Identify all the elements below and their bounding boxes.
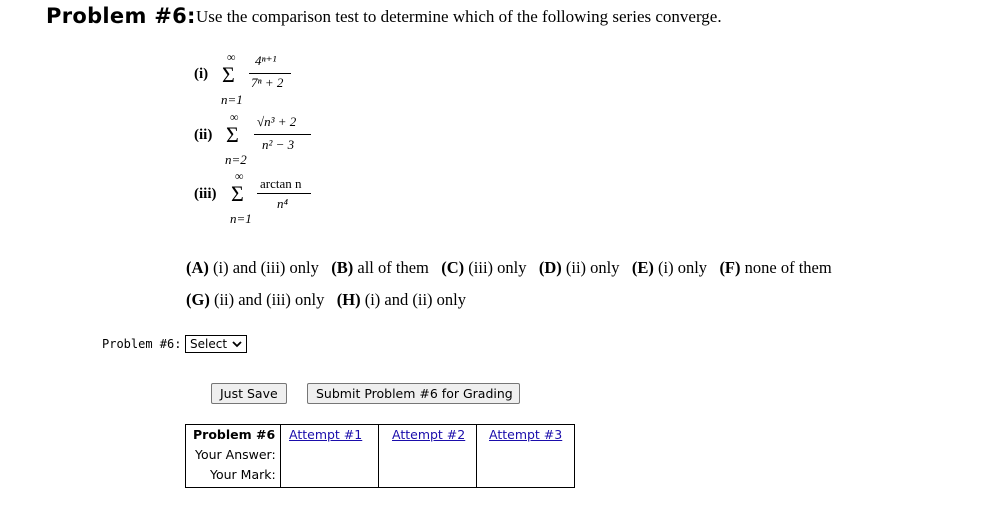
choice-H-text: (i) and (ii) only bbox=[364, 290, 466, 309]
series-label-iii: (iii) bbox=[194, 186, 217, 202]
attempt-1-link[interactable]: Attempt #1 bbox=[289, 427, 362, 442]
series-ii-fraction-bar bbox=[254, 134, 311, 135]
results-label-cell: Problem #6 Your Answer: Your Mark: bbox=[185, 424, 281, 488]
choice-E-key: (E) bbox=[631, 258, 654, 277]
choice-G-key: (G) bbox=[186, 290, 210, 309]
choice-A-key: (A) bbox=[186, 258, 209, 277]
series-label-i: (i) bbox=[194, 66, 209, 82]
series-iii-denominator: n⁴ bbox=[277, 196, 289, 211]
choice-H-key: (H) bbox=[336, 290, 361, 309]
series-iii-sigma: Σ bbox=[231, 181, 244, 206]
answer-select-value: Select bbox=[190, 337, 228, 351]
choice-A-text: (i) and (iii) only bbox=[213, 258, 319, 277]
series-i-fraction-bar bbox=[249, 73, 291, 74]
your-answer-label: Your Answer: bbox=[195, 447, 276, 462]
series-i-numerator: 4ⁿ⁺¹ bbox=[255, 53, 277, 68]
problem-statement: Use the comparison test to determine whi… bbox=[196, 7, 722, 26]
attempts-table: Problem #6 Your Answer: Your Mark: Attem… bbox=[185, 424, 575, 488]
choice-C-text: (iii) only bbox=[468, 258, 527, 277]
series-ii-sigma: Σ bbox=[226, 122, 239, 147]
choice-F-text: none of them bbox=[744, 258, 832, 277]
results-header: Problem #6 bbox=[193, 427, 276, 442]
series-ii-lower: n=2 bbox=[225, 152, 247, 167]
choice-D-key: (D) bbox=[538, 258, 562, 277]
series-iii-lower: n=1 bbox=[230, 211, 252, 226]
series-i-lower: n=1 bbox=[221, 92, 243, 107]
attempt-3-cell: Attempt #3 bbox=[476, 424, 575, 488]
answer-label: Problem #6: bbox=[102, 337, 182, 351]
just-save-button[interactable]: Just Save bbox=[211, 383, 287, 404]
choice-C-key: (C) bbox=[441, 258, 465, 277]
your-mark-label: Your Mark: bbox=[210, 467, 276, 482]
series-iii-numerator: arctan n bbox=[260, 176, 302, 191]
attempt-2-cell: Attempt #2 bbox=[378, 424, 477, 488]
answer-choices-row-1: (A) (i) and (iii) only (B) all of them (… bbox=[186, 258, 832, 278]
choice-B-text: all of them bbox=[357, 258, 429, 277]
choice-G-text: (ii) and (iii) only bbox=[213, 290, 325, 309]
choice-F-key: (F) bbox=[719, 258, 741, 277]
chevron-down-icon bbox=[232, 338, 242, 351]
series-ii-denominator: n² − 3 bbox=[262, 137, 295, 152]
answer-select[interactable]: Select bbox=[185, 335, 247, 353]
series-ii-numerator: √n³ + 2 bbox=[257, 114, 297, 129]
series-i-sigma: Σ bbox=[222, 62, 235, 87]
choice-E-text: (i) only bbox=[658, 258, 708, 277]
attempt-1-cell: Attempt #1 bbox=[280, 424, 379, 488]
series-i-denominator: 7ⁿ + 2 bbox=[251, 75, 284, 90]
choice-B-key: (B) bbox=[331, 258, 354, 277]
attempt-2-link[interactable]: Attempt #2 bbox=[392, 427, 465, 442]
choice-D-text: (ii) only bbox=[565, 258, 620, 277]
problem-title: Problem #6: bbox=[46, 4, 196, 28]
submit-for-grading-button[interactable]: Submit Problem #6 for Grading bbox=[307, 383, 520, 404]
series-label-ii: (ii) bbox=[194, 127, 213, 143]
series-iii-fraction-bar bbox=[257, 193, 311, 194]
attempt-3-link[interactable]: Attempt #3 bbox=[489, 427, 562, 442]
answer-choices-row-2: (G) (ii) and (iii) only (H) (i) and (ii)… bbox=[186, 290, 466, 310]
